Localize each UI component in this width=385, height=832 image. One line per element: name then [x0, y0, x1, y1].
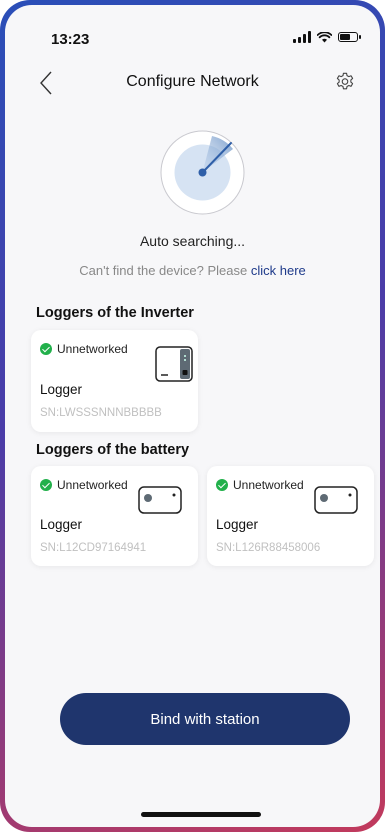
status-bar: 13:23	[5, 5, 380, 55]
radar-search-icon	[160, 130, 245, 215]
logger-name: Logger	[216, 517, 259, 532]
signal-icon	[293, 31, 311, 43]
logger-card[interactable]: Unnetworked Logger SN:L12CD97164941	[31, 466, 198, 566]
status-time: 13:23	[51, 31, 90, 48]
battery-icon	[338, 32, 361, 42]
home-indicator[interactable]	[141, 812, 261, 817]
click-here-link[interactable]: click here	[251, 263, 306, 278]
serial-number: SN:L12CD97164941	[40, 542, 147, 554]
battery-section-title: Loggers of the battery	[36, 442, 190, 458]
logger-card[interactable]: Unnetworked Logger SN:L126R88458006	[207, 466, 374, 566]
status-badge: Unnetworked	[216, 478, 304, 492]
help-hint-text: Can't find the device? Please	[79, 263, 248, 278]
status-icons	[293, 31, 361, 43]
logger-name: Logger	[40, 382, 83, 397]
check-circle-icon	[40, 343, 52, 355]
nav-bar: Configure Network	[5, 69, 380, 101]
page-title: Configure Network	[126, 73, 259, 90]
inverter-section-title: Loggers of the Inverter	[36, 305, 194, 321]
status-badge: Unnetworked	[40, 478, 128, 492]
logger-card[interactable]: Unnetworked Logger SN:LWSSSNNNBBBBB	[31, 330, 198, 432]
bind-with-station-button[interactable]: Bind with station	[60, 693, 350, 745]
check-circle-icon	[40, 479, 52, 491]
battery-logger-device-icon	[314, 486, 358, 514]
wifi-icon	[317, 31, 332, 42]
inverter-logger-device-icon	[155, 346, 193, 382]
serial-number: SN:L126R88458006	[216, 542, 321, 554]
help-hint: Can't find the device? Please click here	[5, 263, 380, 278]
serial-number: SN:LWSSSNNNBBBBB	[40, 407, 162, 419]
status-label: Unnetworked	[57, 478, 128, 492]
app-screen: 13:23 Configure Network Auto searching..…	[5, 5, 380, 827]
check-circle-icon	[216, 479, 228, 491]
logger-name: Logger	[40, 517, 83, 532]
status-label: Unnetworked	[57, 342, 128, 356]
status-badge: Unnetworked	[40, 342, 128, 356]
search-status: Auto searching...	[139, 233, 246, 249]
device-frame: 13:23 Configure Network Auto searching..…	[0, 0, 385, 832]
status-label: Unnetworked	[233, 478, 304, 492]
battery-logger-device-icon	[138, 486, 182, 514]
gear-icon[interactable]	[334, 71, 356, 93]
